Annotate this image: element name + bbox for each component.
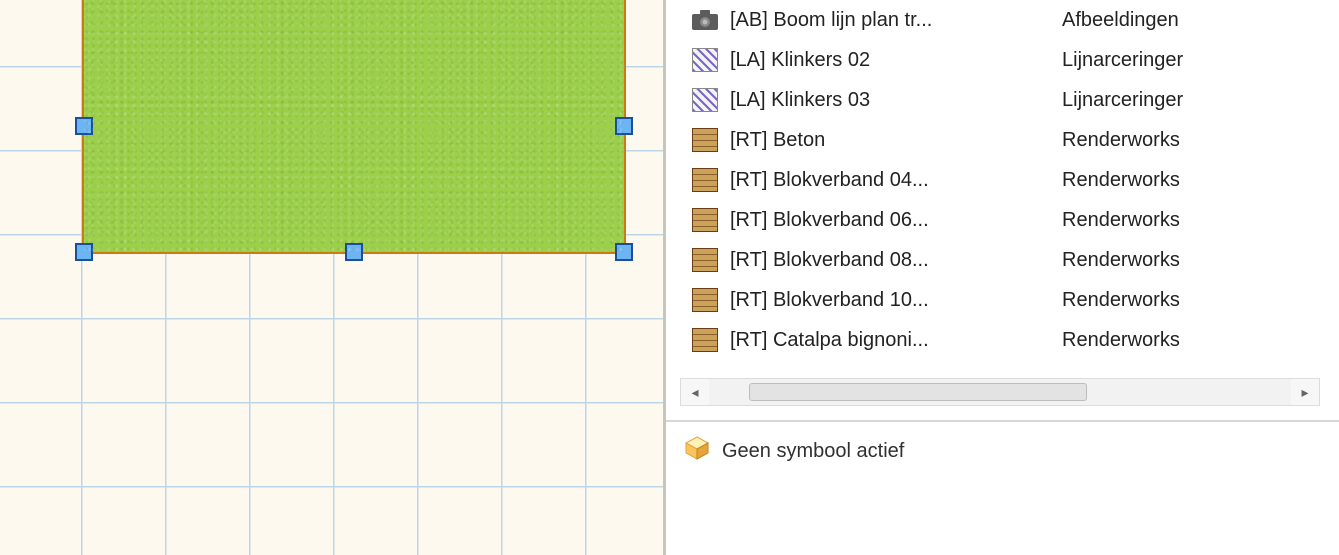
list-item[interactable]: [RT] Blokverband 08... Renderworks xyxy=(680,240,1320,280)
list-item-type: Renderworks xyxy=(1062,329,1320,352)
list-item[interactable]: [RT] Blokverband 06... Renderworks xyxy=(680,200,1320,240)
camera-icon xyxy=(690,7,720,33)
list-item[interactable]: [LA] Klinkers 02 Lijnarceringer xyxy=(680,40,1320,80)
list-item-type: Renderworks xyxy=(1062,129,1320,152)
resize-handle-br[interactable] xyxy=(615,243,633,261)
list-item[interactable]: [RT] Catalpa bignoni... Renderworks xyxy=(680,320,1320,360)
list-item[interactable]: [RT] Blokverband 04... Renderworks xyxy=(680,160,1320,200)
hatch-icon xyxy=(690,47,720,73)
list-item[interactable]: [RT] Blokverband 10... Renderworks xyxy=(680,280,1320,320)
list-item-name: [RT] Blokverband 10... xyxy=(730,289,1052,312)
horizontal-scrollbar[interactable]: ◂ ▸ xyxy=(680,378,1320,406)
texture-icon xyxy=(690,127,720,153)
list-item-name: [RT] Blokverband 04... xyxy=(730,169,1052,192)
texture-icon xyxy=(690,327,720,353)
status-bar: Geen symbool actief xyxy=(666,420,1339,480)
resource-list: [AB] Boom lijn plan tr... Afbeeldingen [… xyxy=(680,0,1320,370)
list-item-name: [RT] Blokverband 08... xyxy=(730,249,1052,272)
list-item-type: Renderworks xyxy=(1062,209,1320,232)
hatch-icon xyxy=(690,87,720,113)
list-item-name: [AB] Boom lijn plan tr... xyxy=(730,9,1052,32)
symbol-cube-icon xyxy=(684,435,710,467)
list-item-type: Renderworks xyxy=(1062,289,1320,312)
resize-handle-ml[interactable] xyxy=(75,117,93,135)
texture-icon xyxy=(690,167,720,193)
scroll-left-button[interactable]: ◂ xyxy=(681,379,709,405)
list-item-type: Afbeeldingen xyxy=(1062,9,1320,32)
list-item[interactable]: [AB] Boom lijn plan tr... Afbeeldingen xyxy=(680,0,1320,40)
texture-icon xyxy=(690,247,720,273)
list-item-type: Renderworks xyxy=(1062,169,1320,192)
list-item-type: Lijnarceringer xyxy=(1062,89,1320,112)
scroll-right-button[interactable]: ▸ xyxy=(1291,379,1319,405)
scrollbar-track[interactable] xyxy=(709,379,1291,405)
list-item[interactable]: [RT] Beton Renderworks xyxy=(680,120,1320,160)
list-item-type: Lijnarceringer xyxy=(1062,49,1320,72)
status-text: Geen symbool actief xyxy=(722,440,904,463)
list-item[interactable]: [LA] Klinkers 03 Lijnarceringer xyxy=(680,80,1320,120)
resize-handle-mr[interactable] xyxy=(615,117,633,135)
resource-panel: [AB] Boom lijn plan tr... Afbeeldingen [… xyxy=(666,0,1339,555)
scrollbar-thumb[interactable] xyxy=(749,383,1087,401)
drawing-canvas[interactable] xyxy=(0,0,666,555)
texture-icon xyxy=(690,287,720,313)
resize-handle-bl[interactable] xyxy=(75,243,93,261)
list-item-type: Renderworks xyxy=(1062,249,1320,272)
list-item-name: [RT] Catalpa bignoni... xyxy=(730,329,1052,352)
list-item-name: [RT] Blokverband 06... xyxy=(730,209,1052,232)
list-item-name: [RT] Beton xyxy=(730,129,1052,152)
resize-handle-bm[interactable] xyxy=(345,243,363,261)
selected-rectangle[interactable] xyxy=(82,0,626,254)
list-item-name: [LA] Klinkers 02 xyxy=(730,49,1052,72)
texture-icon xyxy=(690,207,720,233)
list-item-name: [LA] Klinkers 03 xyxy=(730,89,1052,112)
